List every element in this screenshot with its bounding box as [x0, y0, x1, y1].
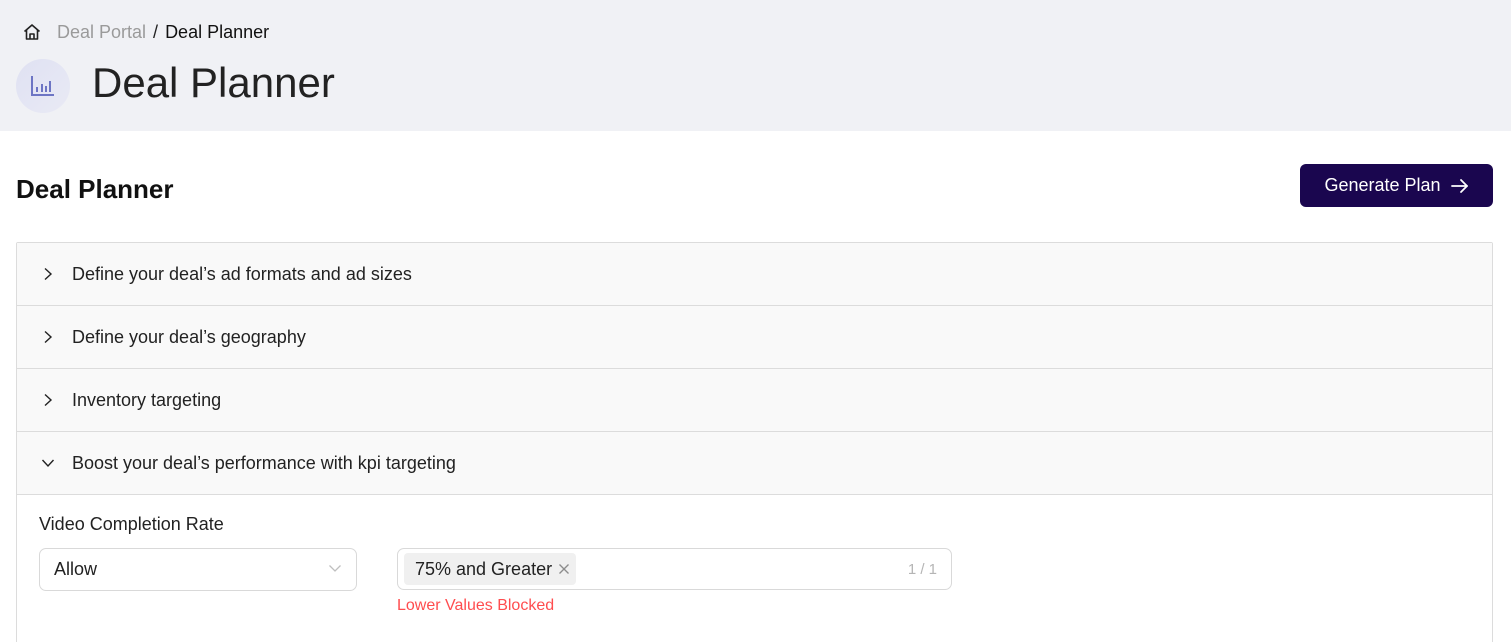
chevron-right-icon [41, 393, 55, 407]
breadcrumb-deal-portal[interactable]: Deal Portal [57, 21, 146, 43]
chevron-right-icon [41, 267, 55, 281]
panel-title: Define your deal’s ad formats and ad siz… [72, 263, 412, 284]
panel-title: Boost your deal’s performance with kpi t… [72, 452, 456, 473]
kpi-values-select[interactable]: 75% and Greater 1 / 1 [397, 548, 952, 590]
planner-accordion: Define your deal’s ad formats and ad siz… [16, 242, 1493, 642]
breadcrumb-deal-planner: Deal Planner [165, 22, 270, 42]
selected-tag: 75% and Greater [404, 553, 577, 585]
panel-title: Inventory targeting [72, 389, 222, 410]
close-icon[interactable] [558, 563, 570, 575]
generate-plan-button[interactable]: Generate Plan [1300, 164, 1493, 207]
chevron-right-icon [41, 330, 55, 344]
page-header: Deal Portal / Deal Planner Deal Planner [0, 0, 1511, 131]
panel-inventory-targeting[interactable]: Inventory targeting [17, 369, 1492, 432]
kpi-panel-body: Video Completion Rate Allow 75% and Grea… [17, 495, 1492, 633]
arrow-right-icon [1450, 178, 1469, 194]
video-completion-rate-label: Video Completion Rate [39, 514, 224, 534]
chevron-down-icon [328, 559, 342, 580]
panel-kpi-targeting[interactable]: Boost your deal’s performance with kpi t… [17, 432, 1492, 495]
tag-label: 75% and Greater [415, 558, 553, 579]
panel-ad-formats[interactable]: Define your deal’s ad formats and ad siz… [17, 243, 1492, 306]
kpi-mode-select[interactable]: Allow [39, 548, 357, 591]
selection-count: 1 / 1 [907, 560, 937, 578]
breadcrumb-separator: / [153, 22, 159, 42]
page-title: Deal Planner [92, 59, 335, 106]
home-icon[interactable] [22, 22, 42, 42]
kpi-mode-value: Allow [54, 559, 98, 579]
section-title: Deal Planner [16, 174, 174, 204]
generate-plan-label: Generate Plan [1324, 175, 1441, 195]
breadcrumb: Deal Portal / Deal Planner [22, 21, 269, 43]
hint-text: Lower Values Blocked [397, 597, 555, 614]
panel-title: Define your deal’s geography [72, 326, 306, 347]
panel-geography[interactable]: Define your deal’s geography [17, 306, 1492, 369]
bar-chart-icon [16, 59, 70, 113]
chevron-down-icon [41, 456, 55, 470]
